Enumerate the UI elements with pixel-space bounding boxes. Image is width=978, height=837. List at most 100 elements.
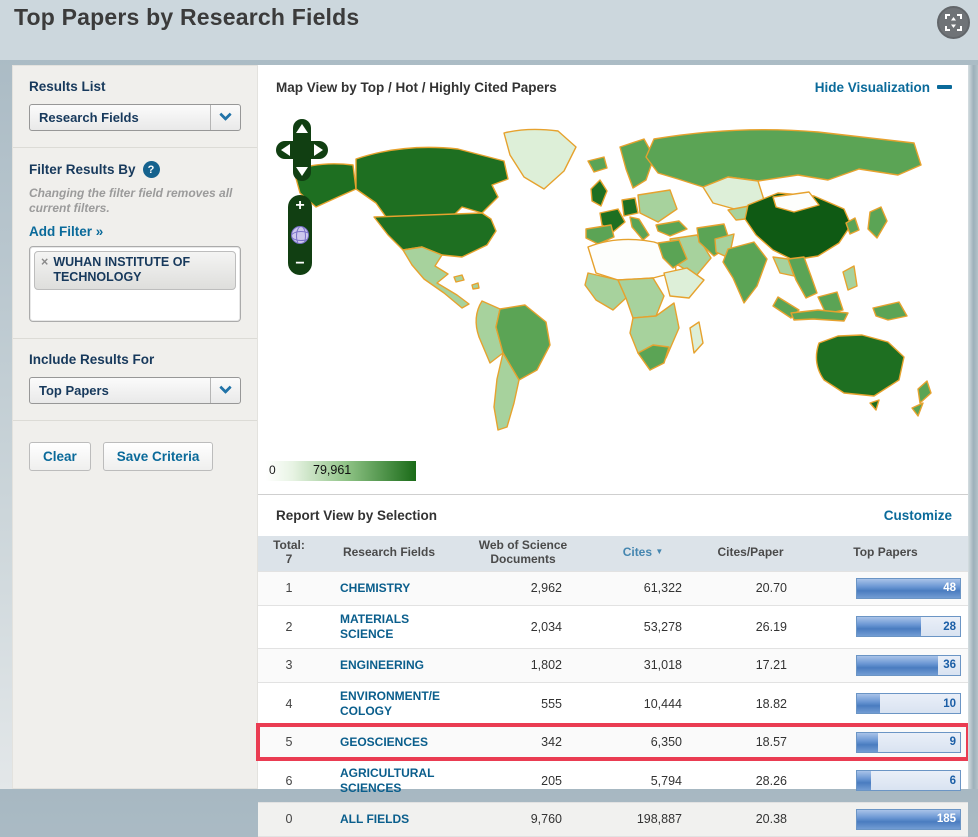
pan-left-icon[interactable] xyxy=(281,144,290,156)
table-row: 6 AGRICULTURAL SCIENCES 205 5,794 28.26 … xyxy=(258,759,968,802)
top-papers-bar: 9 xyxy=(856,731,961,753)
top-papers-value: 6 xyxy=(949,774,956,787)
dropdown-arrow-box xyxy=(210,105,240,130)
pan-up-icon[interactable] xyxy=(296,124,308,133)
results-list-dropdown[interactable]: Research Fields xyxy=(29,104,241,131)
top-papers-bar-fill xyxy=(857,655,939,675)
field-link[interactable]: GEOSCIENCES xyxy=(340,735,428,750)
rank-cell: 3 xyxy=(285,658,293,672)
docs-cell: 342 xyxy=(541,735,562,749)
report-table: Total: 7 Research Fields Web of Science … xyxy=(256,536,970,837)
hide-visualization-minus-icon xyxy=(937,85,952,89)
hide-visualization-link[interactable]: Hide Visualization xyxy=(815,80,952,95)
page-title: Top Papers by Research Fields xyxy=(14,4,360,30)
top-papers-bar: 28 xyxy=(856,616,961,637)
rank-cell: 0 xyxy=(285,812,293,826)
include-results-value: Top Papers xyxy=(39,383,109,398)
legend-max-value: 79,961 xyxy=(313,463,352,477)
top-papers-value: 36 xyxy=(943,659,956,671)
results-list-section: Results List Research Fields xyxy=(13,66,257,148)
save-criteria-button[interactable]: Save Criteria xyxy=(102,442,214,471)
cites-per-paper-cell: 20.70 xyxy=(755,581,787,595)
customize-link[interactable]: Customize xyxy=(884,508,952,523)
legend-min-value: 0 xyxy=(269,463,276,477)
top-papers-value: 9 xyxy=(949,736,956,748)
remove-filter-icon[interactable]: × xyxy=(41,255,48,285)
map-canvas: + − 0 79,961 xyxy=(258,109,968,494)
report-view-header: Report View by Selection Customize xyxy=(258,494,968,536)
top-papers-bar: 48 xyxy=(856,577,961,599)
docs-cell: 2,962 xyxy=(530,581,562,595)
chevron-down-icon xyxy=(219,108,232,122)
field-link[interactable]: ENVIRONMENT/ECOLOGY xyxy=(340,689,446,719)
sort-desc-icon: ▼ xyxy=(655,547,664,557)
field-link[interactable]: MATERIALS SCIENCE xyxy=(340,612,446,642)
top-papers-value: 185 xyxy=(936,813,956,825)
field-link[interactable]: AGRICULTURAL SCIENCES xyxy=(340,766,446,796)
dropdown-arrow-box xyxy=(210,378,240,403)
field-link[interactable]: ENGINEERING xyxy=(340,658,424,673)
help-icon[interactable]: ? xyxy=(142,161,160,178)
report-table-body: 1 CHEMISTRY 2,962 61,322 20.70 48 2 MATE… xyxy=(256,571,970,836)
report-view-title: Report View by Selection xyxy=(276,508,438,523)
rank-cell: 1 xyxy=(285,581,293,595)
table-row: 2 MATERIALS SCIENCE 2,034 53,278 26.19 2… xyxy=(258,605,968,648)
zoom-in-button[interactable]: + xyxy=(295,198,304,214)
cites-cell: 31,018 xyxy=(643,658,682,672)
pan-down-icon[interactable] xyxy=(296,167,308,176)
expand-button[interactable] xyxy=(937,6,970,39)
cites-cell: 10,444 xyxy=(643,696,682,711)
filter-box: × WUHAN INSTITUTE OF TECHNOLOGY xyxy=(29,246,241,322)
top-papers-value: 10 xyxy=(943,697,956,710)
map-pan-control[interactable] xyxy=(276,119,328,181)
cites-cell: 6,350 xyxy=(650,735,682,749)
vertical-scrollbar[interactable] xyxy=(968,65,978,789)
map-view-header: Map View by Top / Hot / Highly Cited Pap… xyxy=(258,65,968,109)
add-filter-link[interactable]: Add Filter » xyxy=(29,224,103,239)
map-controls: + − xyxy=(274,119,334,275)
top-papers-value: 48 xyxy=(943,582,956,594)
include-results-section: Include Results For Top Papers xyxy=(13,339,257,421)
docs-cell: 2,034 xyxy=(530,619,562,634)
field-link[interactable]: ALL FIELDS xyxy=(340,812,409,827)
docs-cell: 555 xyxy=(541,696,562,711)
rank-cell: 6 xyxy=(285,773,293,788)
expand-icon xyxy=(945,14,962,31)
table-row: 4 ENVIRONMENT/ECOLOGY 555 10,444 18.82 1… xyxy=(258,682,968,725)
col-research-fields: Research Fields xyxy=(342,545,436,560)
zoom-out-button[interactable]: − xyxy=(295,256,304,272)
sidebar: Results List Research Fields Filter Resu… xyxy=(12,65,258,789)
cites-cell: 5,794 xyxy=(650,773,682,788)
filter-chip: × WUHAN INSTITUTE OF TECHNOLOGY xyxy=(34,251,236,290)
globe-icon[interactable] xyxy=(291,226,309,244)
sidebar-buttons-section: Clear Save Criteria xyxy=(13,421,257,487)
top-papers-bar: 185 xyxy=(856,808,961,830)
include-results-dropdown[interactable]: Top Papers xyxy=(29,377,241,404)
table-header-row: Total: 7 Research Fields Web of Science … xyxy=(258,536,968,571)
filter-note: Changing the filter field removes all cu… xyxy=(29,186,233,215)
field-link[interactable]: CHEMISTRY xyxy=(340,581,410,596)
cites-per-paper-cell: 18.57 xyxy=(755,735,787,749)
main-panel: Map View by Top / Hot / Highly Cited Pap… xyxy=(256,65,970,836)
top-papers-bar-fill xyxy=(857,694,880,713)
cites-per-paper-cell: 20.38 xyxy=(755,812,787,826)
col-top-papers: Top Papers xyxy=(853,545,918,560)
cites-per-paper-cell: 26.19 xyxy=(755,619,787,634)
docs-cell: 9,760 xyxy=(530,812,562,826)
map-zoom-control: + − xyxy=(288,195,312,275)
clear-button[interactable]: Clear xyxy=(29,442,91,471)
col-cites[interactable]: Cites ▼ xyxy=(588,536,698,571)
top-papers-bar: 6 xyxy=(856,770,961,791)
cites-per-paper-cell: 28.26 xyxy=(755,773,787,788)
chevron-down-icon xyxy=(219,381,232,395)
cites-cell: 61,322 xyxy=(643,581,682,595)
cites-per-paper-cell: 17.21 xyxy=(755,658,787,672)
top-papers-bar: 10 xyxy=(856,693,961,714)
rank-cell: 5 xyxy=(285,735,293,749)
top-papers-bar-fill xyxy=(857,617,921,636)
world-map xyxy=(293,128,932,431)
table-row: 0 ALL FIELDS 9,760 198,887 20.38 185 xyxy=(258,802,968,836)
col-total: Total: 7 xyxy=(273,538,305,567)
table-row: 3 ENGINEERING 1,802 31,018 17.21 36 xyxy=(258,648,968,682)
pan-right-icon[interactable] xyxy=(314,144,323,156)
